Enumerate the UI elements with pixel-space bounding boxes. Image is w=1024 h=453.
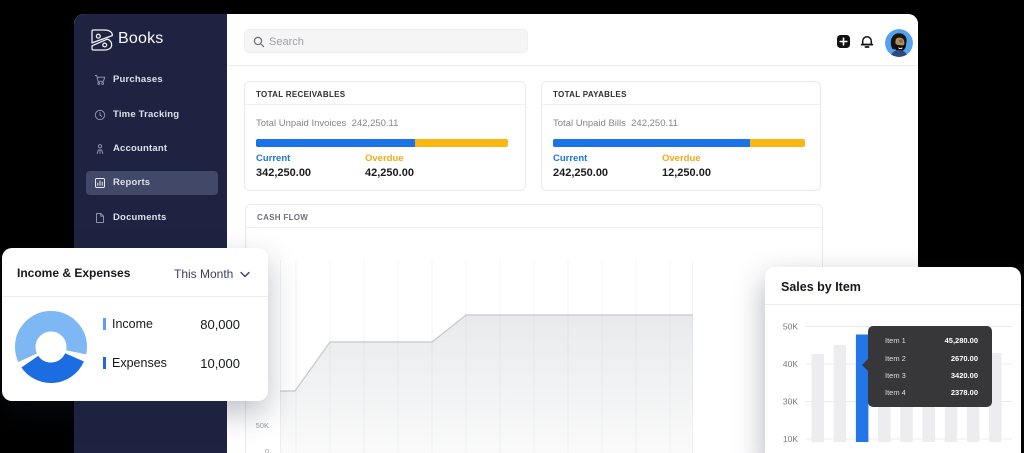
svg-text:40K: 40K — [783, 359, 798, 369]
svg-text:30K: 30K — [783, 397, 798, 407]
svg-text:10K: 10K — [783, 434, 798, 444]
svg-text:50K: 50K — [783, 322, 798, 332]
